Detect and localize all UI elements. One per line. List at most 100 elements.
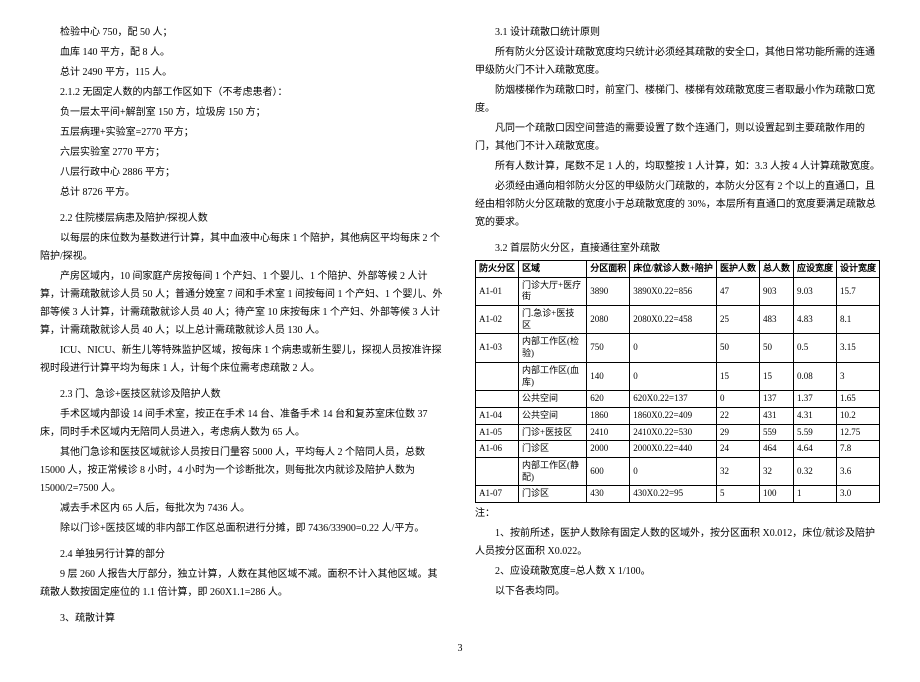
para: 手术区域内部设 14 间手术室，按正在手术 14 台、准备手术 14 台和复苏室…	[40, 406, 445, 442]
table-cell: 50	[716, 334, 759, 362]
table-header-cell: 医护人数	[716, 261, 759, 278]
table-cell: 483	[759, 306, 793, 334]
para: 总计 8726 平方。	[40, 184, 445, 202]
table-header-cell: 防火分区	[476, 261, 519, 278]
table-cell: 25	[716, 306, 759, 334]
table-cell: 903	[759, 277, 793, 305]
table-cell: 门诊+医技区	[519, 424, 587, 441]
table-row: A1-05门诊+医技区24102410X0.22=530295595.5912.…	[476, 424, 880, 441]
table-cell: 2000X0.22=440	[630, 441, 717, 458]
para: 其他门急诊和医技区域就诊人员按日门量容 5000 人，平均每人 2 个陪同人员，…	[40, 444, 445, 498]
table-cell: 内部工作区(血库)	[519, 362, 587, 390]
table-row: A1-04公共空间18601860X0.22=409224314.3110.2	[476, 407, 880, 424]
table-row: 公共空间620620X0.22=13701371.371.65	[476, 391, 880, 408]
para: 所有防火分区设计疏散宽度均只统计必须经其疏散的安全口，其他日常功能所需的连通甲级…	[475, 44, 880, 80]
table-cell: 600	[587, 457, 630, 485]
table-cell: 内部工作区(检验)	[519, 334, 587, 362]
table-cell: 0	[630, 334, 717, 362]
section-heading-2-4: 2.4 单独另行计算的部分	[40, 546, 445, 564]
table-cell: 2000	[587, 441, 630, 458]
table-cell: 8.1	[836, 306, 879, 334]
table-cell: 1.65	[836, 391, 879, 408]
table-cell: 137	[759, 391, 793, 408]
table-cell: 0	[716, 391, 759, 408]
table-cell: 2410X0.22=530	[630, 424, 717, 441]
table-cell: 140	[587, 362, 630, 390]
table-cell: 3.0	[836, 486, 879, 503]
right-column: 3.1 设计疏散口统计原则 所有防火分区设计疏散宽度均只统计必须经其疏散的安全口…	[475, 24, 880, 630]
para: 以每层的床位数为基数进行计算，其中血液中心每床 1 个陪护，其他病区平均每床 2…	[40, 230, 445, 266]
table-cell: A1-02	[476, 306, 519, 334]
table-cell: 2410	[587, 424, 630, 441]
table-row: 内部工作区(静配)600032320.323.6	[476, 457, 880, 485]
table-cell: 430X0.22=95	[630, 486, 717, 503]
table-cell: 620	[587, 391, 630, 408]
table-cell: 15.7	[836, 277, 879, 305]
table-cell: 4.64	[793, 441, 836, 458]
table-cell: 620X0.22=137	[630, 391, 717, 408]
table-cell: 559	[759, 424, 793, 441]
para: 负一层太平间+解剖室 150 方，垃圾房 150 方；	[40, 104, 445, 122]
table-cell: A1-07	[476, 486, 519, 503]
para: 9 层 260 人报告大厅部分，独立计算，人数在其他区域不减。面积不计入其他区域…	[40, 566, 445, 602]
table-header-cell: 总人数	[759, 261, 793, 278]
table-cell: A1-01	[476, 277, 519, 305]
para: ICU、NICU、新生儿等特殊监护区域，按每床 1 个病患或新生婴儿，探视人员按…	[40, 342, 445, 378]
para: 凡同一个疏散口因空间营造的需要设置了数个连通门，则以设置起到主要疏散作用的门，其…	[475, 120, 880, 156]
para: 五层病理+实验室=2770 平方；	[40, 124, 445, 142]
table-cell: 0.5	[793, 334, 836, 362]
table-cell: 12.75	[836, 424, 879, 441]
table-cell: 32	[759, 457, 793, 485]
table-cell: 22	[716, 407, 759, 424]
table-cell: 1	[793, 486, 836, 503]
table-row: A1-03内部工作区(检验)750050500.53.15	[476, 334, 880, 362]
notes-label: 注：	[475, 505, 880, 523]
table-cell: 1860	[587, 407, 630, 424]
note-3: 以下各表均同。	[475, 583, 880, 601]
section-heading-3-1: 3.1 设计疏散口统计原则	[475, 24, 880, 42]
section-heading-3: 3、疏散计算	[40, 610, 445, 628]
para: 六层实验室 2770 平方；	[40, 144, 445, 162]
table-cell: 750	[587, 334, 630, 362]
table-cell: 9.03	[793, 277, 836, 305]
table-cell: A1-04	[476, 407, 519, 424]
table-cell: 2080X0.22=458	[630, 306, 717, 334]
table-cell	[476, 362, 519, 390]
table-cell: 门诊大厅+医疗街	[519, 277, 587, 305]
note-1: 1、按前所述，医护人数除有固定人数的区域外，按分区面积 X0.012，床位/就诊…	[475, 525, 880, 561]
table-cell: 464	[759, 441, 793, 458]
table-cell: 内部工作区(静配)	[519, 457, 587, 485]
section-heading-2-2: 2.2 住院楼层病患及陪护/探视人数	[40, 210, 445, 228]
table-cell: 430	[587, 486, 630, 503]
para: 必须经由通向相邻防火分区的甲级防火门疏散的，本防火分区有 2 个以上的直通口，且…	[475, 178, 880, 232]
table-row: A1-07门诊区430430X0.22=95510013.0	[476, 486, 880, 503]
table-cell: 0.08	[793, 362, 836, 390]
table-cell: 29	[716, 424, 759, 441]
para: 产房区域内，10 间家庭产房按每间 1 个产妇、1 个婴儿、1 个陪护、外部等候…	[40, 268, 445, 340]
left-column: 检验中心 750，配 50 人； 血库 140 平方，配 8 人。 总计 249…	[40, 24, 445, 630]
table-cell: 47	[716, 277, 759, 305]
table-cell: 0	[630, 457, 717, 485]
table-cell	[476, 457, 519, 485]
table-cell	[476, 391, 519, 408]
para: 减去手术区内 65 人后，每批次为 7436 人。	[40, 500, 445, 518]
table-cell: 0	[630, 362, 717, 390]
table-header-cell: 设计宽度	[836, 261, 879, 278]
table-cell: 3.15	[836, 334, 879, 362]
table-cell: 15	[716, 362, 759, 390]
para: 防烟楼梯作为疏散口时，前室门、楼梯门、楼梯有效疏散宽度三者取最小作为疏散口宽度。	[475, 82, 880, 118]
table-cell: 100	[759, 486, 793, 503]
table-row: A1-01门诊大厅+医疗街38903890X0.22=856479039.031…	[476, 277, 880, 305]
table-cell: 3	[836, 362, 879, 390]
table-cell: 4.83	[793, 306, 836, 334]
table-cell: 公共空间	[519, 407, 587, 424]
para: 2.1.2 无固定人数的内部工作区如下（不考虑患者）：	[40, 84, 445, 102]
table-cell: 门.急诊+医技区	[519, 306, 587, 334]
para: 八层行政中心 2886 平方；	[40, 164, 445, 182]
table-cell: 1.37	[793, 391, 836, 408]
para: 除以门诊+医技区域的非内部工作区总面积进行分摊，即 7436/33900=0.2…	[40, 520, 445, 538]
para: 血库 140 平方，配 8 人。	[40, 44, 445, 62]
table-header-cell: 应设宽度	[793, 261, 836, 278]
table-header-cell: 区域	[519, 261, 587, 278]
table-cell: 3890X0.22=856	[630, 277, 717, 305]
